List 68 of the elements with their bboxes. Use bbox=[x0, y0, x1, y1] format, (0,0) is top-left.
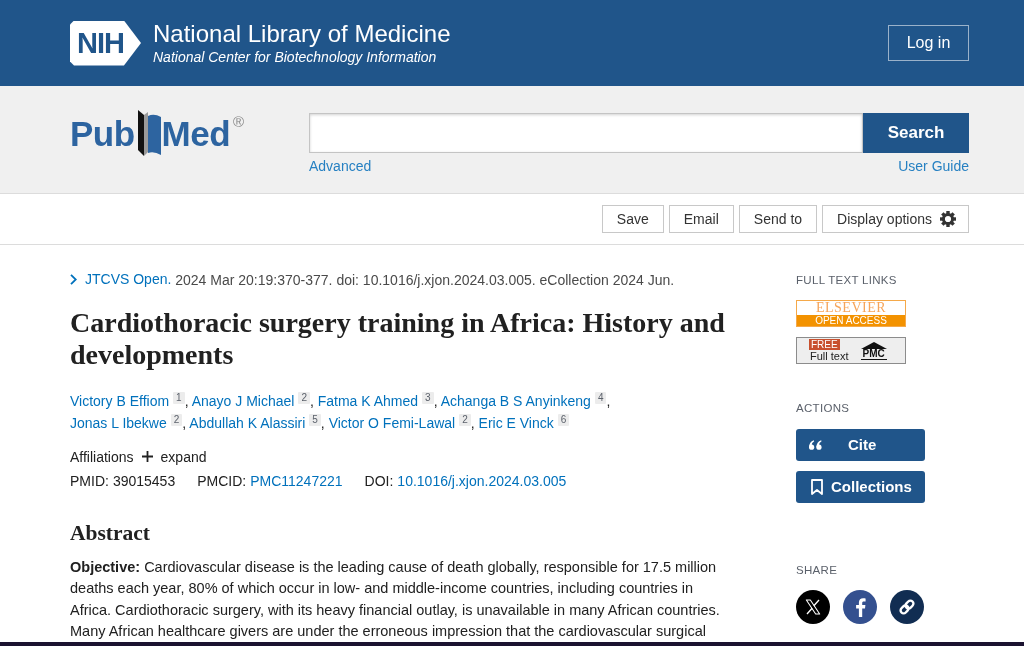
building-icon bbox=[860, 342, 887, 349]
toolbar-button[interactable]: Send to bbox=[738, 205, 818, 233]
book-icon bbox=[136, 110, 161, 156]
journal-link[interactable]: JTCVS Open. bbox=[70, 269, 172, 289]
toolbar-button[interactable]: Email bbox=[668, 205, 734, 233]
toolbar-button[interactable]: Display options bbox=[822, 205, 969, 233]
settings-icon bbox=[940, 211, 956, 227]
action-button[interactable]: Collections bbox=[796, 471, 925, 503]
identifier-label: PMCID: bbox=[197, 471, 247, 491]
logo-text: Med bbox=[161, 114, 231, 154]
x-letter-icon bbox=[805, 599, 821, 615]
affiliation-ref[interactable]: 2 bbox=[298, 391, 310, 404]
section-heading: FULL TEXT LINKS bbox=[796, 273, 898, 288]
share-button[interactable] bbox=[796, 590, 830, 624]
toolbar-button[interactable]: Save bbox=[601, 205, 664, 233]
identifier-link[interactable]: PMC11247221 bbox=[250, 468, 343, 493]
abstract-text: Objective: Cardiovascular disease is the leading cause of death globally, responsible for 17.5 million deaths each year, 80% of which occur in low- and middle-income countries, including countries in Africa. Cardiothoracic surgery, with its heavy financial outlay, is unavailable in many African countries. Many African healthcare givers are under the erroneous impression that the cardiovascular surgical bbox=[70, 557, 721, 641]
section-heading: ACTIONS bbox=[796, 401, 851, 416]
affiliation-ref[interactable]: 2 bbox=[170, 413, 183, 426]
site-title: National Library of Medicine bbox=[153, 20, 451, 48]
author-link[interactable]: Abdullah K Alassiri bbox=[189, 414, 306, 431]
nih-logo[interactable]: NIH bbox=[70, 20, 141, 66]
search-link[interactable]: Advanced bbox=[309, 157, 372, 175]
free-badge: FREE bbox=[809, 339, 840, 350]
f-letter-icon bbox=[854, 597, 866, 617]
search-field[interactable] bbox=[309, 113, 863, 153]
affiliation-ref[interactable]: 3 bbox=[422, 391, 434, 404]
chevron-icon bbox=[70, 273, 77, 285]
citation-line: JTCVS Open. 2024 Mar 20:19:370-377. doi: 10.1016/j.xjon.2024.03.005. eCollection 2024 Jun. bbox=[70, 269, 770, 290]
affiliation-ref[interactable]: 4 bbox=[594, 391, 607, 404]
affiliations-label: Affiliations bbox=[70, 447, 134, 467]
bookmark-icon bbox=[811, 479, 823, 495]
section-heading: SHARE bbox=[796, 563, 839, 578]
login-button[interactable]: Log in bbox=[888, 25, 969, 61]
logo-text: Pub bbox=[70, 114, 135, 154]
affiliation-ref[interactable]: 2 bbox=[459, 413, 471, 426]
author-link[interactable]: Fatma K Ahmed bbox=[317, 392, 419, 409]
chain-link-icon bbox=[898, 598, 916, 616]
full-text-label: Full text bbox=[810, 350, 849, 362]
author-link[interactable]: Victor O Femi-Lawal bbox=[328, 414, 456, 431]
registered-mark: ® bbox=[233, 114, 245, 129]
affiliation-ref[interactable]: 5 bbox=[309, 413, 321, 426]
author-list: Victory B Effiom 1 , Anayo J Michael 2 , Fatma K Ahmed 3 , Achanga B S Anyinkeng 4 , Jonas L Ibekwe 2 , Abdullah K Alassiri 5 , Victor O Femi-Lawal 2 , Eric E Vinck 6 bbox=[70, 389, 710, 434]
affiliation-ref[interactable]: 6 bbox=[557, 413, 570, 426]
author-link[interactable]: Jonas L Ibekwe bbox=[70, 414, 167, 431]
plus-icon bbox=[141, 451, 153, 462]
affiliation-ref[interactable]: 1 bbox=[173, 391, 185, 404]
article-title: Cardiothoracic surgery training in Africa: History and developments bbox=[70, 306, 726, 371]
open-access-band: OPEN ACCESS bbox=[797, 315, 905, 326]
identifier-label: DOI: bbox=[364, 471, 394, 491]
author-link[interactable]: Eric E Vinck bbox=[478, 414, 554, 431]
author-link[interactable]: Achanga B S Anyinkeng bbox=[440, 392, 591, 409]
identifier-value: 39015453 bbox=[112, 471, 176, 491]
full-text-link[interactable]: FREE Full text PMC bbox=[796, 337, 906, 364]
search-button[interactable]: Search bbox=[863, 113, 969, 153]
expand-button[interactable]: expand bbox=[141, 444, 207, 469]
repository-name: PMC bbox=[860, 349, 887, 360]
author-link[interactable]: Anayo J Michael bbox=[191, 392, 295, 409]
share-button[interactable] bbox=[890, 590, 924, 624]
search-link[interactable]: User Guide bbox=[898, 157, 969, 175]
share-button[interactable] bbox=[843, 590, 877, 624]
abstract-heading: Abstract bbox=[70, 519, 151, 547]
quote-icon bbox=[809, 440, 822, 450]
identifier-link[interactable]: 10.1016/j.xjon.2024.03.005 bbox=[397, 468, 567, 493]
site-subtitle: National Center for Biotechnology Information bbox=[153, 48, 438, 66]
action-button[interactable]: Cite bbox=[796, 429, 925, 461]
author-link[interactable]: Victory B Effiom bbox=[70, 392, 170, 409]
identifier-label: PMID: bbox=[70, 471, 109, 491]
